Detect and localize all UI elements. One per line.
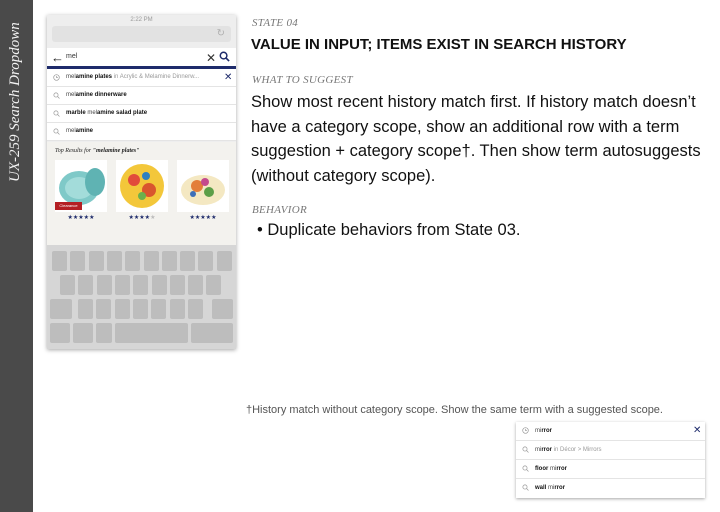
keyboard-key[interactable] [88,251,104,271]
keyboard-key[interactable] [133,275,149,295]
delete-key[interactable] [212,299,233,319]
category-scope: in Acrylic & Melamine Dinnerw... [113,74,200,80]
suggest-label: WHAT TO SUGGEST [252,74,353,86]
product-tile-floral-plates[interactable] [116,160,168,212]
search-icon [53,128,60,135]
keyboard-key[interactable] [78,275,94,295]
suggestion-text: wall mirror [535,485,566,491]
browser-url-bar[interactable]: ↻ [52,26,231,42]
history-suggestion-row[interactable]: mirror ✕ [516,422,705,441]
suggestion-text: floor mirror [535,466,568,472]
keyboard-key[interactable] [114,299,130,319]
rating-stars: ★★★★★ [67,215,95,221]
keyboard-key[interactable] [96,299,112,319]
history-icon [53,74,60,81]
go-key[interactable] [191,323,233,343]
keyboard-key[interactable] [52,251,67,271]
reload-icon[interactable]: ↻ [217,28,225,40]
sidebar-title-text: UX-259 Search Dropdown [7,22,23,182]
rating-stars: ★★★★★ [189,215,217,221]
back-arrow-icon[interactable]: ← [51,50,64,66]
rating-stars: ★★★★★ [128,215,156,221]
clear-icon[interactable]: ✕ [206,50,216,66]
state-heading: VALUE IN INPUT; ITEMS EXIST IN SEARCH HI… [251,36,627,53]
term-suggestion-row[interactable]: marble melamine salad plate [47,105,236,123]
keyboard-key[interactable] [169,275,185,295]
keyboard-key[interactable] [96,275,112,295]
keyboard-key[interactable] [169,299,185,319]
search-input[interactable]: mel [66,53,77,60]
term-suggestion-row[interactable]: melamine [47,123,236,141]
keyboard-key[interactable] [106,251,122,271]
space-key[interactable] [115,323,188,343]
keyboard-key[interactable] [125,251,141,271]
search-dropdown: melamine plates in Acrylic & Melamine Di… [47,69,236,141]
search-icon [522,484,529,491]
history-suggestion-row[interactable]: melamine plates in Acrylic & Melamine Di… [47,69,236,87]
keyboard-key[interactable] [198,251,214,271]
shift-key[interactable] [50,299,72,319]
top-results-panel: Top Results for "melamine plates" Cleara… [47,142,236,245]
suggestion-text: mirror in Décor > Mirrors [535,447,602,453]
term-suggestion-row[interactable]: mirror in Décor > Mirrors [516,441,705,460]
keyboard-key[interactable] [180,251,196,271]
keyboard-key[interactable] [161,251,177,271]
suggestion-text: melamine plates in Acrylic & Melamine Di… [66,74,200,80]
keyboard-key[interactable] [114,275,130,295]
search-icon[interactable] [219,51,230,62]
search-icon [522,465,529,472]
term-suggestion-row[interactable]: melamine dinnerware [47,87,236,105]
remove-history-icon[interactable]: ✕ [693,422,701,439]
suggest-body: Show most recent history match first. If… [251,93,701,185]
keyboard-key[interactable] [60,275,75,295]
numbers-key[interactable] [50,323,70,343]
clearance-badge: Clearance [55,202,82,210]
status-time: 2:22 PM [130,17,153,23]
keyboard-key[interactable] [78,299,93,319]
keyboard-key[interactable] [132,299,148,319]
keyboard-key[interactable] [216,251,232,271]
state-label: STATE 04 [252,17,299,29]
search-bar: ← mel ✕ [47,48,236,69]
emoji-key[interactable] [73,323,93,343]
search-icon [53,110,60,117]
search-icon [522,446,529,453]
keyboard-key[interactable] [151,275,167,295]
suggestion-text: melamine [66,128,94,134]
suggestion-text: marble melamine salad plate [66,110,148,116]
history-icon [522,427,529,434]
behavior-label: BEHAVIOR [252,204,307,216]
floral-plates-image [120,164,164,208]
search-icon [53,92,60,99]
term-suggestion-row[interactable]: wall mirror [516,479,705,498]
keyboard-key[interactable] [187,299,203,319]
keyboard-key[interactable] [143,251,159,271]
suggestion-text: melamine dinnerware [66,92,127,98]
remove-history-icon[interactable]: ✕ [224,69,232,86]
keyboard-key[interactable] [70,251,86,271]
top-results-title: Top Results for "melamine plates" [55,148,140,154]
mic-key[interactable] [96,323,112,343]
onscreen-keyboard [47,245,236,349]
category-scope: in Décor > Mirrors [553,447,602,453]
phone-mockup: 2:22 PM ↻ ← mel ✕ melamine plates in Acr… [47,15,236,349]
behavior-bullet: • Duplicate behaviors from State 03. [257,221,521,239]
botanical-plates-image [181,175,225,205]
footnote: †History match without category scope. S… [246,404,663,416]
product-tile-botanical-plates[interactable] [177,160,229,212]
suggestion-text: mirror [535,428,553,434]
keyboard-key[interactable] [188,275,204,295]
term-suggestion-row[interactable]: floor mirror [516,460,705,479]
keyboard-key[interactable] [206,275,222,295]
example-dropdown-mirror: mirror ✕ mirror in Décor > Mirrors floor mi… [516,422,705,498]
keyboard-key[interactable] [151,299,167,319]
